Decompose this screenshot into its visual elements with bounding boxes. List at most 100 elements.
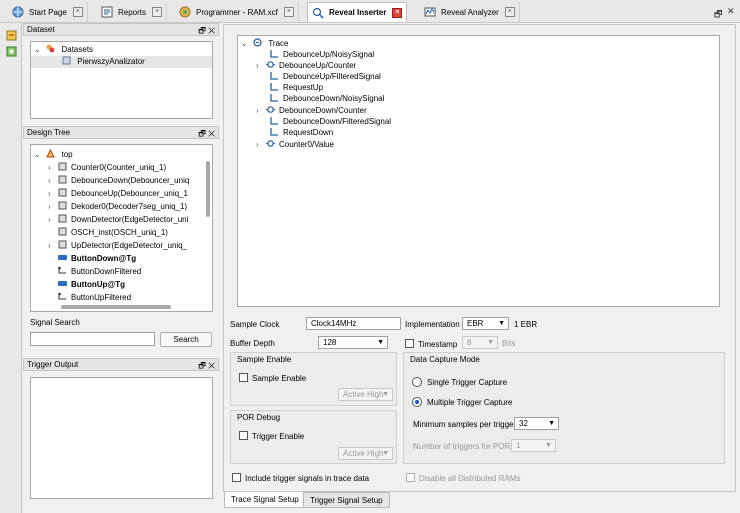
horizontal-scrollbar[interactable] [61,305,171,309]
num-triggers-label: Number of triggers for POR [413,442,511,451]
module-icon [58,227,67,236]
tab-trigger-signal-setup[interactable]: Trigger Signal Setup [303,492,390,508]
panel-controls[interactable]: 🗗 ✕ [198,25,215,35]
module-icon [58,201,67,210]
trace-tree: ⌄ Trace DebounceUp/NoisySignal › Debounce… [237,35,720,307]
signal-search-input[interactable] [30,332,155,346]
trigger-output-panel-header: Trigger Output 🗗 ✕ [23,358,219,371]
tree-item-module[interactable]: › DownDetector(EdgeDetector_uni [48,214,188,226]
tab-reveal-inserter[interactable]: Reveal Inserter × [307,2,408,22]
checkbox[interactable] [406,473,415,482]
chevron-down-icon[interactable]: ⌄ [241,38,251,50]
module-icon [58,188,67,197]
checkbox[interactable] [239,373,248,382]
close-icon[interactable]: × [504,7,515,17]
chevron-right-icon[interactable]: › [48,214,58,226]
single-trigger-radio[interactable]: Single Trigger Capture [412,377,507,387]
chevron-right-icon[interactable]: › [256,60,266,72]
buffer-depth-select[interactable]: 128 ▼ [318,336,388,349]
dataset-tree: ⌄ Datasets PierwszyAnalizator [30,41,213,119]
radio-button[interactable] [412,377,422,387]
tree-item-signal[interactable]: ButtonUp@Tg [58,279,125,291]
include-trigger-checkbox[interactable]: Include trigger signals in trace data [232,473,369,483]
module-icon [58,162,67,171]
panel-controls[interactable]: 🗗 ✕ [198,360,215,370]
reveal-inserter-icon [312,7,324,19]
num-triggers-select[interactable]: 1 ▼ [511,439,556,452]
close-icon[interactable]: ✕ [727,6,735,17]
tab-programmer[interactable]: Programmer - RAM.xcf × [175,2,299,22]
sample-enable-checkbox[interactable]: Sample Enable [239,373,306,383]
checkbox[interactable] [239,431,248,440]
checkbox[interactable] [232,473,241,482]
trace-signal[interactable]: RequestDown [270,127,333,139]
chevron-right-icon[interactable]: › [48,201,58,213]
tree-item-top[interactable]: ⌄ top [34,149,73,161]
programmer-icon [179,6,191,18]
tab-reveal-analyzer[interactable]: Reveal Analyzer × [420,2,520,22]
sample-clock-field[interactable]: Clock14MHz [306,317,401,330]
bus-icon [266,140,275,147]
tab-bar: Start Page × Reports × Programmer - RAM.… [0,0,740,23]
implementation-select[interactable]: EBR ▼ [462,317,509,330]
search-button[interactable]: Search [160,332,212,347]
wire-signal-icon [270,128,278,136]
chevron-down-icon: ▼ [377,339,384,346]
chevron-down-icon[interactable]: ⌄ [34,44,44,56]
tree-item-module[interactable]: › Dekoder0(Decoder7seg_uniq_1) [48,201,187,213]
multiple-trigger-radio[interactable]: Multiple Trigger Capture [412,397,512,407]
checkbox[interactable] [405,339,414,348]
panel-controls[interactable]: 🗗 ✕ [198,128,215,138]
disable-rams-checkbox[interactable]: Disable all Distributed RAMs [406,473,520,483]
sample-enable-polarity-select[interactable]: Active High ▼ [338,388,393,401]
tree-item-module[interactable]: › DebounceUp(Debouncer_uniq_1 [48,188,188,200]
panel-title: Trigger Output [27,360,79,369]
close-icon[interactable]: × [283,7,294,17]
chevron-right-icon[interactable]: › [256,139,266,151]
tree-item-datasets[interactable]: ⌄ Datasets [34,44,93,56]
bus-signal-icon [58,255,67,260]
tree-item-module[interactable]: › UpDetector(EdgeDetector_uniq_ [48,240,187,252]
tab-start-page[interactable]: Start Page × [8,2,88,22]
tree-item-module[interactable]: › Counter0(Counter_uniq_1) [48,162,166,174]
tree-item-signal[interactable]: ButtonDownFiltered [58,266,141,278]
trigger-enable-polarity-select[interactable]: Active High ▼ [338,447,393,460]
trace-signal[interactable]: DebounceDown/NoisySignal [270,93,384,105]
panel-title: Dataset [27,25,55,34]
tree-item-module[interactable]: OSCH_inst(OSCH_uniq_1) [58,227,168,239]
tree-item-signal[interactable]: ButtonDown@Tg [58,253,136,265]
close-icon[interactable]: × [152,7,163,17]
module-icon [58,240,67,249]
tab-label: Reveal Inserter [329,8,387,17]
reveal-analyzer-icon [424,7,436,17]
implementation-label: Implementation [405,320,460,329]
trace-bus[interactable]: › Counter0/Value [256,139,334,151]
timestamp-checkbox[interactable]: Timestamp [405,339,457,349]
inserter-tool-icon[interactable] [6,30,17,41]
radio-button[interactable] [412,397,422,407]
vertical-scrollbar[interactable] [206,161,210,217]
chevron-right-icon[interactable]: › [48,162,58,174]
close-icon[interactable]: × [392,7,403,18]
chevron-right-icon[interactable]: › [48,240,58,252]
tab-reports[interactable]: Reports × [97,2,168,22]
tab-trace-signal-setup[interactable]: Trace Signal Setup [224,492,306,508]
sample-enable-group: Sample Enable Sample Enable Active High ▼ [230,352,397,406]
trigger-enable-checkbox[interactable]: Trigger Enable [239,431,304,441]
chevron-down-icon[interactable]: ⌄ [34,149,44,161]
chevron-down-icon: ▼ [498,320,505,327]
close-icon[interactable]: × [72,7,83,17]
analyzer-tool-icon[interactable] [6,46,17,57]
chevron-right-icon[interactable]: › [48,188,58,200]
chevron-right-icon[interactable]: › [48,175,58,187]
tree-item-signal[interactable]: ButtonUpFiltered [58,292,131,304]
min-samples-select[interactable]: 32 ▼ [514,417,559,430]
timestamp-bits-select[interactable]: 8 ▼ [462,336,498,349]
chevron-down-icon: ▼ [545,442,552,449]
tree-item-module[interactable]: › DebounceDown(Debouncer_uniq [48,175,189,187]
chevron-right-icon[interactable]: › [256,105,266,117]
module-icon [58,175,67,184]
tree-item-dataset[interactable]: PierwszyAnalizator [31,56,212,68]
signal-search-label: Signal Search [30,318,80,327]
restore-icon[interactable]: 🗗 [714,7,722,23]
